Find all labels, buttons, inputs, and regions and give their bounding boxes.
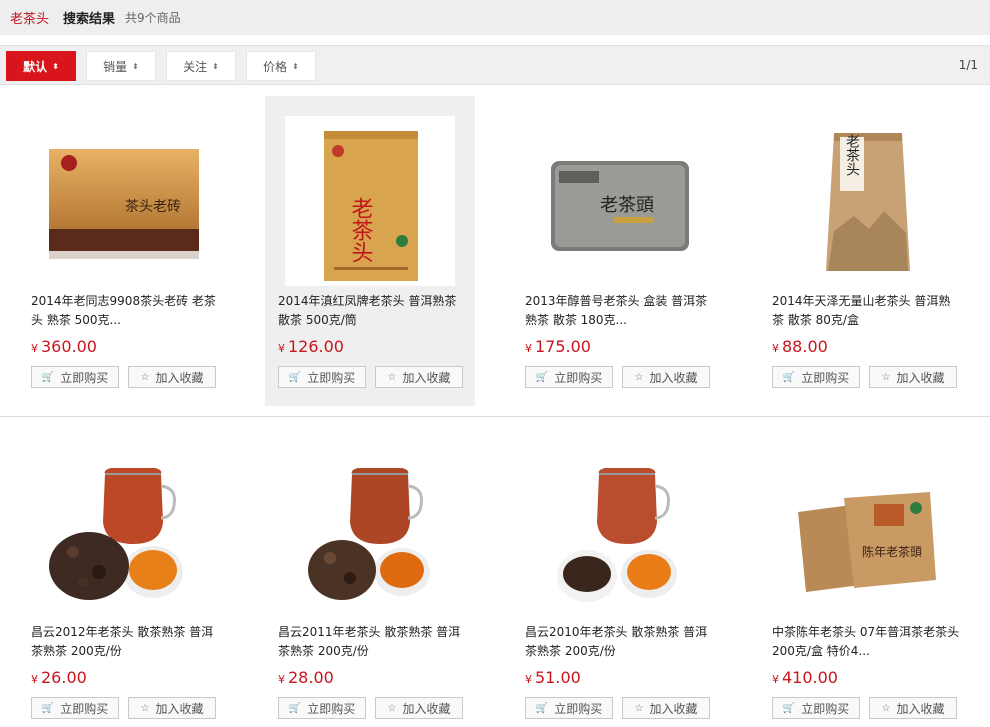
buy-now-button[interactable]: 🛒 立即购买 (772, 697, 860, 719)
star-icon: ☆ (881, 702, 891, 714)
cart-icon: 🛒 (288, 702, 302, 714)
product-image[interactable] (532, 447, 702, 617)
star-icon: ☆ (881, 371, 891, 383)
buy-now-button[interactable]: 🛒 立即购买 (31, 366, 119, 388)
star-icon: ☆ (634, 702, 644, 714)
pkg-text: 陈年老茶頭 (862, 544, 922, 559)
product-image[interactable]: 老茶头 (285, 116, 455, 286)
product-image[interactable]: 老茶头 (779, 116, 949, 286)
box-text: 茶头老砖 (125, 199, 181, 215)
sort-default-button[interactable]: 默认 ⬍ (6, 51, 76, 81)
star-icon: ☆ (387, 702, 397, 714)
add-favorite-button[interactable]: ☆ 加入收藏 (869, 697, 957, 719)
star-icon: ☆ (140, 371, 150, 383)
cart-icon: 🛒 (41, 371, 55, 383)
product-card[interactable]: 老茶头 2014年滇红凤牌老茶头 普洱熟茶 散茶 500克/筒 ¥126.00 … (265, 96, 475, 406)
add-favorite-button[interactable]: ☆ 加入收藏 (128, 366, 216, 388)
product-price: ¥360.00 (31, 337, 97, 356)
search-result-bar: 老茶头 搜索结果 共9个商品 (0, 0, 990, 35)
buy-now-button[interactable]: 🛒 立即购买 (278, 697, 366, 719)
product-price: ¥28.00 (278, 668, 334, 687)
page-indicator: 1/1 (958, 58, 978, 72)
add-favorite-button[interactable]: ☆ 加入收藏 (375, 366, 463, 388)
product-title[interactable]: 昌云2010年老茶头 散茶熟茶 普洱茶熟茶 200克/份 (525, 623, 715, 661)
product-image[interactable]: 陈年老茶頭 (779, 447, 949, 617)
sort-sales-button[interactable]: 销量 ⬍ (86, 51, 156, 81)
product-card[interactable]: 陈年老茶頭 中茶陈年老茶头 07年普洱茶老茶头 200克/盒 特价4... ¥4… (759, 427, 969, 727)
product-title[interactable]: 昌云2011年老茶头 散茶熟茶 普洱茶熟茶 200克/份 (278, 623, 468, 661)
row-divider (0, 416, 990, 417)
sort-price-label: 价格 (263, 59, 288, 74)
product-title[interactable]: 2013年醇普号老茶头 盒装 普洱茶 熟茶 散茶 180克... (525, 292, 715, 330)
sort-bar: 默认 ⬍ 销量 ⬍ 关注 ⬍ 价格 ⬍ 1/1 (0, 45, 990, 85)
cart-icon: 🛒 (782, 371, 796, 383)
sort-arrows-icon: ⬍ (292, 61, 299, 71)
product-card[interactable]: 昌云2010年老茶头 散茶熟茶 普洱茶熟茶 200克/份 ¥51.00 🛒 立即购… (512, 427, 722, 727)
cart-icon: 🛒 (288, 371, 302, 383)
add-favorite-button[interactable]: ☆ 加入收藏 (622, 366, 710, 388)
star-icon: ☆ (140, 702, 150, 714)
add-favorite-button[interactable]: ☆ 加入收藏 (869, 366, 957, 388)
buy-now-button[interactable]: 🛒 立即购买 (525, 697, 613, 719)
sort-default-label: 默认 (23, 59, 48, 74)
product-price: ¥26.00 (31, 668, 87, 687)
product-image[interactable]: 老茶頭 (532, 116, 702, 286)
cart-icon: 🛒 (535, 702, 549, 714)
sort-arrows-icon: ⬍ (212, 61, 219, 71)
product-title[interactable]: 中茶陈年老茶头 07年普洱茶老茶头 200克/盒 特价4... (772, 623, 962, 661)
star-icon: ☆ (634, 371, 644, 383)
sort-follow-label: 关注 (183, 59, 208, 74)
buy-now-button[interactable]: 🛒 立即购买 (31, 697, 119, 719)
product-title[interactable]: 昌云2012年老茶头 散茶熟茶 普洱茶熟茶 200克/份 (31, 623, 221, 661)
buy-now-button[interactable]: 🛒 立即购买 (525, 366, 613, 388)
sort-price-button[interactable]: 价格 ⬍ (246, 51, 316, 81)
add-favorite-button[interactable]: ☆ 加入收藏 (375, 697, 463, 719)
cart-icon: 🛒 (782, 702, 796, 714)
product-image[interactable]: 茶头老砖 (38, 116, 208, 286)
product-card[interactable]: 昌云2012年老茶头 散茶熟茶 普洱茶熟茶 200克/份 ¥26.00 🛒 立即购… (18, 427, 228, 727)
cart-icon: 🛒 (535, 371, 549, 383)
star-icon: ☆ (387, 371, 397, 383)
product-card[interactable]: 茶头老砖 2014年老同志9908茶头老砖 老茶头 熟茶 500克... ¥36… (18, 96, 228, 406)
product-card[interactable]: 老茶头 2014年天泽无量山老茶头 普洱熟茶 散茶 80克/盒 ¥88.00 🛒… (759, 96, 969, 406)
tin-text: 老茶頭 (600, 195, 654, 216)
product-card[interactable]: 昌云2011年老茶头 散茶熟茶 普洱茶熟茶 200克/份 ¥28.00 🛒 立即购… (265, 427, 475, 727)
product-title[interactable]: 2014年老同志9908茶头老砖 老茶头 熟茶 500克... (31, 292, 221, 330)
product-title[interactable]: 2014年天泽无量山老茶头 普洱熟茶 散茶 80克/盒 (772, 292, 962, 330)
search-keyword[interactable]: 老茶头 (10, 8, 49, 27)
product-price: ¥88.00 (772, 337, 828, 356)
sort-sales-label: 销量 (103, 59, 128, 74)
product-price: ¥175.00 (525, 337, 591, 356)
product-price: ¥51.00 (525, 668, 581, 687)
cart-icon: 🛒 (41, 702, 55, 714)
product-image[interactable] (38, 447, 208, 617)
sort-arrows-icon: ⬍ (132, 61, 139, 71)
product-title[interactable]: 2014年滇红凤牌老茶头 普洱熟茶 散茶 500克/筒 (278, 292, 468, 330)
sort-arrows-icon: ⬍ (52, 61, 59, 71)
bag-text: 老茶头 (348, 197, 374, 263)
search-result-label: 搜索结果 (63, 12, 116, 27)
bag-text: 老茶头 (844, 134, 860, 176)
buy-now-button[interactable]: 🛒 立即购买 (772, 366, 860, 388)
product-price: ¥410.00 (772, 668, 838, 687)
add-favorite-button[interactable]: ☆ 加入收藏 (128, 697, 216, 719)
sort-follow-button[interactable]: 关注 ⬍ (166, 51, 236, 81)
add-favorite-button[interactable]: ☆ 加入收藏 (622, 697, 710, 719)
product-image[interactable] (285, 447, 455, 617)
buy-now-button[interactable]: 🛒 立即购买 (278, 366, 366, 388)
product-price: ¥126.00 (278, 337, 344, 356)
product-card[interactable]: 老茶頭 2013年醇普号老茶头 盒装 普洱茶 熟茶 散茶 180克... ¥17… (512, 96, 722, 406)
result-count: 共9个商品 (125, 11, 181, 25)
